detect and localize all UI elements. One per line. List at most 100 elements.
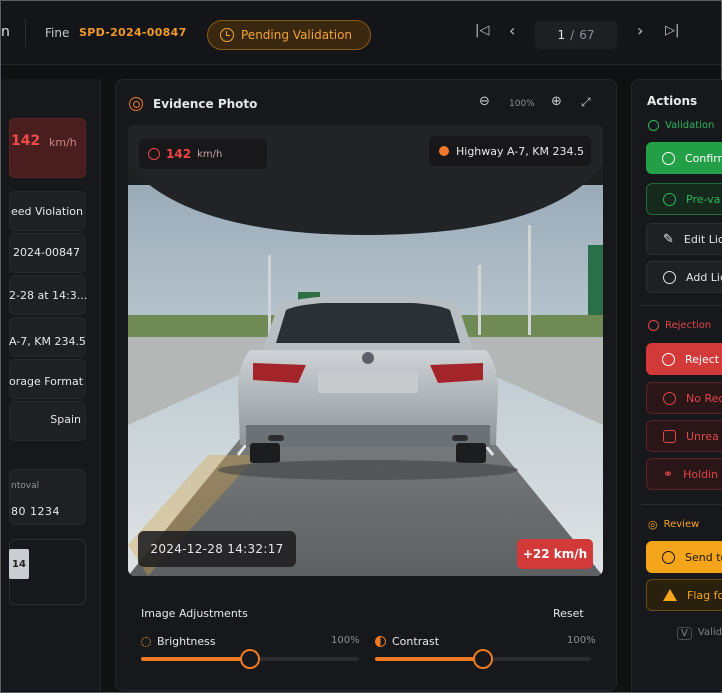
status-badge: Pending Validation xyxy=(207,20,371,50)
zoom-out-icon[interactable]: ⊖ xyxy=(479,94,490,109)
speed-unit: km/h xyxy=(49,136,77,149)
divider xyxy=(641,504,722,505)
add-license-button[interactable]: Add Lic xyxy=(646,261,722,293)
flag-label: Flag fo xyxy=(687,588,722,602)
edit-license-button[interactable]: ✎ Edit Lic xyxy=(646,223,722,255)
eye-icon: ◎ xyxy=(648,518,658,531)
shortcut-hint: V Valida xyxy=(677,627,722,640)
brightness-slider-handle[interactable] xyxy=(240,649,260,669)
x-circle-icon xyxy=(662,352,675,366)
pre-validate-button[interactable]: Pre-va xyxy=(646,183,722,215)
warning-icon xyxy=(663,589,677,601)
camera-icon xyxy=(129,97,143,111)
divider xyxy=(641,305,722,306)
rejection-section-label: Rejection xyxy=(648,320,711,331)
reject-label: Reject xyxy=(685,352,720,366)
fullscreen-icon[interactable]: ⤢ xyxy=(581,95,591,110)
contrast-label: Contrast xyxy=(392,635,440,648)
flag-button[interactable]: Flag fo xyxy=(646,579,722,611)
excess-speed-badge: +22 km/h xyxy=(517,539,593,569)
validation-label: Validation xyxy=(665,120,715,131)
sun-icon xyxy=(141,636,151,647)
send-review-label: Send to xyxy=(685,550,722,564)
x-circle-icon xyxy=(648,320,659,331)
speedometer-icon xyxy=(148,148,160,160)
pre-validate-label: Pre-va xyxy=(686,192,721,206)
confirm-button[interactable]: Confirm xyxy=(646,142,722,174)
pencil-icon: ✎ xyxy=(663,231,674,247)
review-section-label: ◎ Review xyxy=(648,518,699,531)
validation-section-label: Validation xyxy=(648,120,714,131)
violation-type: eed Violation xyxy=(11,205,83,218)
contrast-fill xyxy=(375,657,483,661)
add-license-label: Add Lic xyxy=(686,270,722,284)
speed-overlay: 142 km/h xyxy=(139,139,267,169)
overlay-speed-value: 142 xyxy=(166,147,192,161)
review-label: Review xyxy=(663,519,700,530)
send-icon xyxy=(662,550,675,564)
violation-location: A-7, KM 234.5 xyxy=(9,335,86,348)
page-indicator[interactable]: 1 / 67 xyxy=(535,21,617,49)
violation-date: 2-28 at 14:3... xyxy=(9,289,88,302)
country: Spain xyxy=(50,413,81,426)
check-icon xyxy=(663,192,676,206)
plate-label: ntoval xyxy=(11,481,40,491)
brightness-label-group: Brightness xyxy=(141,635,216,648)
contrast-icon xyxy=(375,636,386,647)
brightness-value: 100% xyxy=(331,635,360,646)
reject-button[interactable]: Reject xyxy=(646,343,722,375)
location-pin-icon xyxy=(439,146,449,156)
last-page-button[interactable]: ▷| xyxy=(665,23,679,38)
plate-number: 80 1234 xyxy=(11,505,60,518)
location-overlay: Highway A-7, KM 234.5 xyxy=(429,136,591,166)
plate-thumbnail[interactable]: 14 xyxy=(9,549,29,579)
image-adjustments-title: Image Adjustments xyxy=(141,607,248,620)
link-icon: ⚭ xyxy=(663,467,674,481)
page-divider: / xyxy=(570,28,575,42)
ban-icon xyxy=(663,391,676,405)
contrast-label-group: Contrast xyxy=(375,635,439,648)
fine-label: Fine xyxy=(45,26,70,40)
fine-number: 2024-00847 xyxy=(13,246,80,259)
plus-circle-icon xyxy=(663,270,676,284)
shortcut-key: V xyxy=(677,627,692,640)
zoom-in-icon[interactable]: ⊕ xyxy=(551,94,562,109)
clock-icon xyxy=(220,28,234,42)
zoom-level: 100% xyxy=(509,99,535,109)
recorded-speed: 142 xyxy=(11,133,41,149)
holding-label: Holdin xyxy=(683,467,719,481)
contrast-slider-handle[interactable] xyxy=(473,649,493,669)
no-record-label: No Reco xyxy=(686,391,722,405)
page-total: 67 xyxy=(579,28,595,42)
unreadable-label: Unrea xyxy=(686,429,719,443)
brightness-fill xyxy=(141,657,250,661)
prev-page-button[interactable]: ‹ xyxy=(509,21,515,40)
unreadable-button[interactable]: Unrea xyxy=(646,420,722,452)
brightness-label: Brightness xyxy=(157,635,216,648)
app-title-fragment: n xyxy=(1,24,10,40)
next-page-button[interactable]: › xyxy=(637,21,643,40)
first-page-button[interactable]: |◁ xyxy=(475,23,489,38)
page-current: 1 xyxy=(557,28,566,42)
check-circle-icon xyxy=(648,120,659,131)
fine-id: SPD-2024-00847 xyxy=(79,26,187,39)
status-badge-label: Pending Validation xyxy=(241,28,353,42)
overlay-location: Highway A-7, KM 234.5 xyxy=(456,144,584,158)
contrast-value: 100% xyxy=(567,635,596,646)
no-record-button[interactable]: No Reco xyxy=(646,382,722,414)
divider xyxy=(25,19,26,47)
rejection-label: Rejection xyxy=(665,320,712,331)
evidence-photo[interactable] xyxy=(128,125,603,576)
send-review-button[interactable]: Send to xyxy=(646,541,722,573)
confirm-label: Confirm xyxy=(685,151,722,165)
edit-license-label: Edit Lic xyxy=(683,232,722,246)
camera-off-icon xyxy=(663,429,676,443)
shortcut-text: Valida xyxy=(697,627,722,638)
plate-format: orage Format xyxy=(9,375,84,388)
overlay-speed-unit: km/h xyxy=(197,148,223,160)
evidence-photo-image xyxy=(128,125,603,576)
timestamp-overlay: 2024-12-28 14:32:17 xyxy=(138,531,296,567)
check-icon xyxy=(662,151,675,165)
reset-button[interactable]: Reset xyxy=(553,607,584,620)
holding-button[interactable]: ⚭ Holdin xyxy=(646,458,722,490)
